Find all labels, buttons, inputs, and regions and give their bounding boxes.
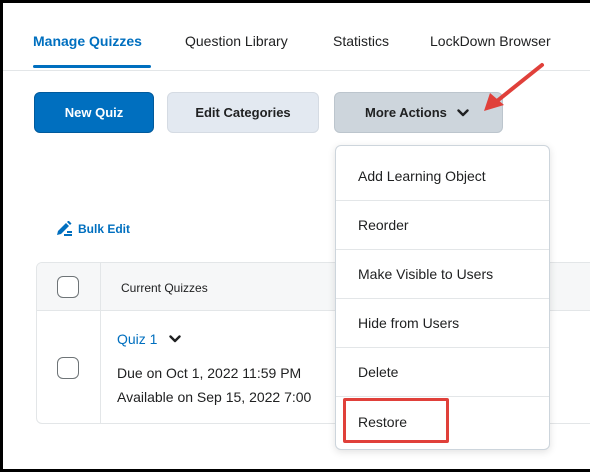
menu-item-make-visible[interactable]: Make Visible to Users bbox=[336, 250, 549, 299]
more-actions-menu: Add Learning Object Reorder Make Visible… bbox=[335, 145, 550, 450]
quiz-title-link[interactable]: Quiz 1 bbox=[117, 331, 182, 347]
bulk-edit-label: Bulk Edit bbox=[78, 222, 131, 236]
tab-lockdown-browser[interactable]: LockDown Browser bbox=[430, 33, 551, 49]
select-all-checkbox[interactable] bbox=[57, 276, 79, 298]
menu-item-hide-from-users[interactable]: Hide from Users bbox=[336, 299, 549, 348]
chevron-down-icon[interactable] bbox=[169, 335, 182, 343]
quiz-available-date: Available on Sep 15, 2022 7:00 bbox=[117, 389, 312, 405]
tab-statistics[interactable]: Statistics bbox=[333, 33, 389, 49]
column-header-current-quizzes: Current Quizzes bbox=[121, 281, 208, 295]
menu-item-restore[interactable]: Restore bbox=[336, 397, 549, 446]
quiz-due-date: Due on Oct 1, 2022 11:59 PM bbox=[117, 365, 302, 381]
pencil-icon bbox=[55, 221, 73, 237]
menu-item-add-learning-object[interactable]: Add Learning Object bbox=[336, 152, 549, 201]
annotation-arrow-icon bbox=[484, 63, 544, 111]
quizzes-page: Manage Quizzes Question Library Statisti… bbox=[0, 0, 590, 472]
menu-item-delete[interactable]: Delete bbox=[336, 348, 549, 397]
edit-categories-button[interactable]: Edit Categories bbox=[167, 92, 319, 133]
bulk-edit-link[interactable]: Bulk Edit bbox=[55, 221, 130, 237]
edit-categories-label: Edit Categories bbox=[195, 105, 291, 120]
chevron-down-icon bbox=[457, 108, 469, 117]
active-tab-indicator bbox=[33, 65, 151, 68]
column-divider bbox=[100, 263, 101, 423]
quiz-title: Quiz 1 bbox=[117, 331, 158, 347]
new-quiz-button[interactable]: New Quiz bbox=[34, 92, 154, 133]
row-select-checkbox[interactable] bbox=[57, 357, 79, 379]
more-actions-label: More Actions bbox=[365, 105, 447, 120]
menu-item-reorder[interactable]: Reorder bbox=[336, 201, 549, 250]
tab-question-library[interactable]: Question Library bbox=[185, 33, 288, 49]
new-quiz-label: New Quiz bbox=[64, 105, 124, 120]
tab-manage-quizzes[interactable]: Manage Quizzes bbox=[33, 33, 142, 49]
